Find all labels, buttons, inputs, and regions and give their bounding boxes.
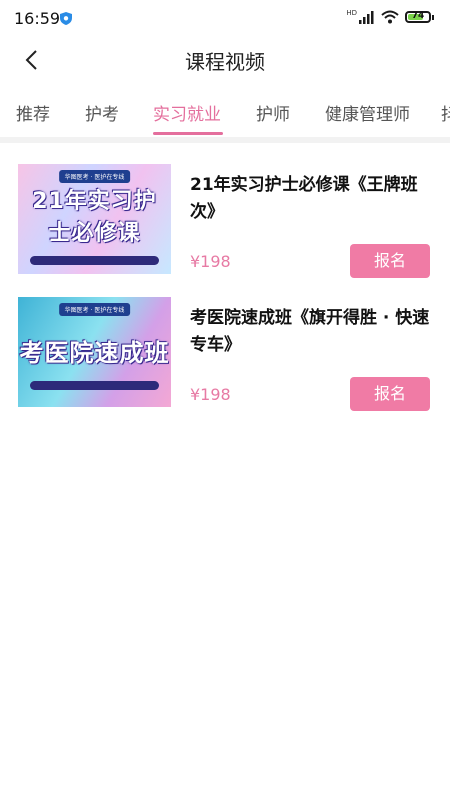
thumbnail-brand: 华图医考 · 医护在专线 <box>58 170 131 183</box>
hd-label: HD <box>346 9 357 17</box>
active-tab-indicator <box>153 132 223 135</box>
tab-health-manager[interactable]: 健康管理师 <box>325 100 410 125</box>
tab-internship[interactable]: 实习就业 <box>153 100 221 125</box>
status-time: 16:59 <box>14 9 61 28</box>
course-price: ¥198 <box>190 252 231 271</box>
course-card[interactable]: 华图医考 · 医护在专线 21年实习护士必修课 21年实习护士必修课《王牌班次》… <box>0 164 450 284</box>
tab-recommend[interactable]: 推荐 <box>16 100 50 125</box>
course-title[interactable]: 21年实习护士必修课《王牌班次》 <box>190 172 430 226</box>
enroll-button[interactable]: 报名 <box>350 377 430 411</box>
battery-tip <box>432 14 434 20</box>
course-card[interactable]: 华图医考 · 医护在专线 考医院速成班 考医院速成班《旗开得胜 · 快速专车》 … <box>0 297 450 417</box>
status-bar: 16:59 HD 74 <box>0 0 450 38</box>
enroll-button[interactable]: 报名 <box>350 244 430 278</box>
tab-more[interactable]: 抖 <box>441 100 450 125</box>
course-thumbnail[interactable]: 华图医考 · 医护在专线 考医院速成班 <box>18 297 171 407</box>
header: 课程视频 <box>0 38 450 82</box>
wifi-icon <box>381 10 399 24</box>
battery-level: 74 <box>411 11 425 21</box>
thumbnail-text: 21年实习护士必修课 <box>32 189 157 246</box>
tab-nurse-practitioner[interactable]: 护师 <box>256 100 290 125</box>
thumbnail-subtitle-strip <box>30 256 159 265</box>
category-tabs: 推荐 护考 实习就业 护师 健康管理师 抖 <box>0 86 450 136</box>
battery-icon: 74 <box>405 11 431 23</box>
signal-icon <box>359 10 374 24</box>
status-icons: HD 74 <box>346 10 434 24</box>
thumbnail-brand: 华图医考 · 医护在专线 <box>58 303 131 316</box>
page-title: 课程视频 <box>185 50 265 74</box>
divider <box>0 137 450 143</box>
tab-nurse-exam[interactable]: 护考 <box>85 100 119 125</box>
shield-icon <box>60 12 72 25</box>
course-title[interactable]: 考医院速成班《旗开得胜 · 快速专车》 <box>190 305 430 359</box>
course-price: ¥198 <box>190 385 231 404</box>
course-thumbnail[interactable]: 华图医考 · 医护在专线 21年实习护士必修课 <box>18 164 171 274</box>
thumbnail-subtitle-strip <box>30 381 159 390</box>
thumbnail-text: 考医院速成班 <box>19 339 170 367</box>
